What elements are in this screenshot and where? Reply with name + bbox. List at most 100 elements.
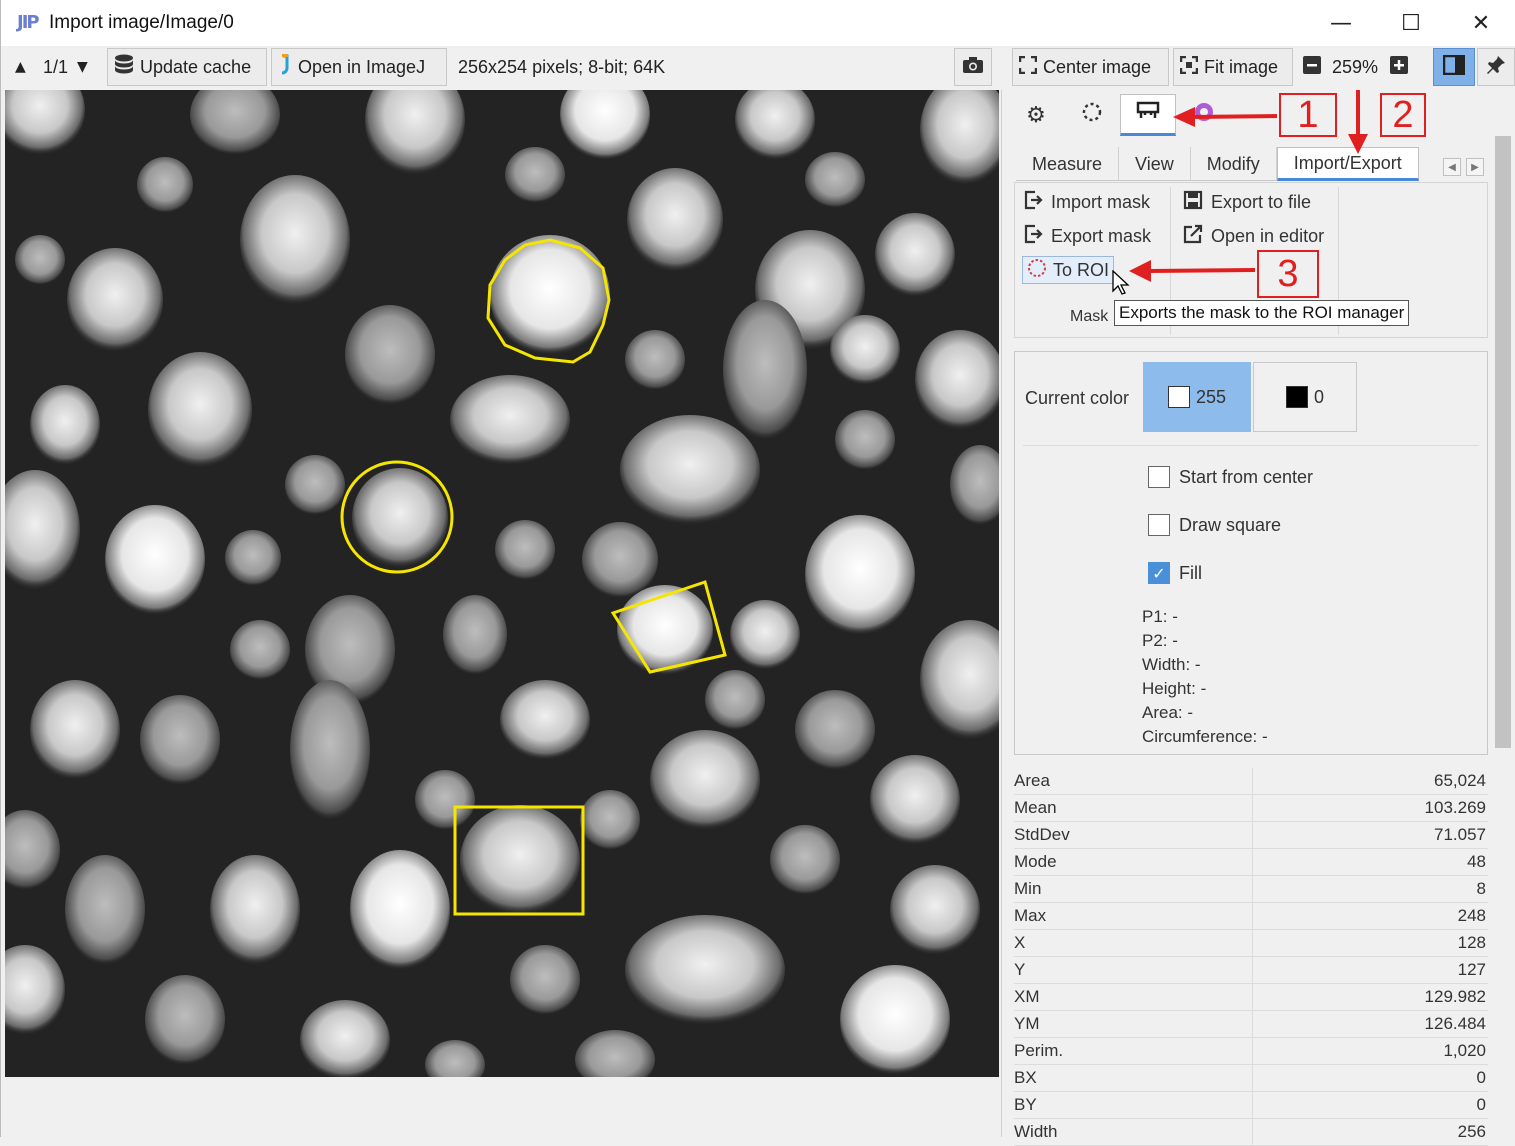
chevron-right-icon: ▶: [1471, 161, 1479, 173]
stat-value: 0: [1476, 1095, 1486, 1114]
minimize-button[interactable]: —: [1306, 0, 1376, 46]
stat-key: Width: [1014, 1122, 1058, 1141]
tab-measure[interactable]: Measure: [1016, 147, 1120, 181]
maximize-button[interactable]: ☐: [1376, 0, 1446, 46]
open-in-editor-button[interactable]: Open in editor: [1183, 221, 1324, 251]
annotation-marker-1: 1: [1279, 93, 1337, 137]
image-viewer[interactable]: [5, 90, 999, 1077]
table-row: BY 0: [1014, 1092, 1488, 1119]
chevron-left-icon: ◀: [1448, 161, 1456, 173]
to-roi-tooltip: Exports the mask to the ROI manager: [1114, 300, 1410, 326]
table-row: Y 127: [1014, 957, 1488, 984]
sidebar-scrollbar[interactable]: [1494, 136, 1512, 1137]
p1-info: P1: -: [1142, 607, 1178, 626]
checkmark-icon: ✓: [1148, 562, 1170, 584]
stat-value: 129.982: [1424, 987, 1486, 1006]
stat-key: Min: [1014, 879, 1042, 898]
open-imagej-label: Open in ImageJ: [298, 56, 426, 77]
to-roi-label: To ROI: [1053, 259, 1110, 280]
export-mask-button[interactable]: Export mask: [1023, 221, 1151, 251]
tab-scroll-right-button[interactable]: ▶: [1466, 158, 1484, 176]
column-divider: [1252, 768, 1253, 795]
table-row: X 128: [1014, 930, 1488, 957]
close-button[interactable]: ✕: [1446, 0, 1515, 46]
divider: [1023, 445, 1479, 446]
statistics-table: Area 65,024 Mean 103.269 StdDev 71.057 Mode 48 M…: [1014, 768, 1488, 1146]
table-row: Width 256: [1014, 1119, 1488, 1146]
column-divider: [1252, 903, 1253, 930]
column-divider: [1252, 984, 1253, 1011]
table-row: YM 126.484: [1014, 1011, 1488, 1038]
table-row: StdDev 71.057: [1014, 822, 1488, 849]
annotation-marker-2: 2: [1380, 93, 1426, 137]
table-row: Min 8: [1014, 876, 1488, 903]
pin-button[interactable]: [1477, 48, 1515, 86]
fill-checkbox[interactable]: ✓ Fill: [1148, 561, 1202, 585]
next-page-button[interactable]: ▼: [77, 48, 88, 86]
stat-key: Y: [1014, 960, 1026, 979]
minus-icon: [1303, 55, 1321, 79]
column-divider: [1252, 957, 1253, 984]
save-icon: [1183, 190, 1205, 215]
update-cache-button[interactable]: Update cache: [107, 48, 267, 86]
checkbox-box: [1148, 466, 1170, 488]
stat-value: 127: [1457, 960, 1486, 979]
zoom-out-button[interactable]: [1303, 48, 1321, 86]
start-from-center-checkbox[interactable]: Start from center: [1148, 465, 1313, 489]
fit-image-label: Fit image: [1204, 56, 1279, 77]
imagej-icon: [278, 53, 292, 81]
zoom-in-button[interactable]: [1390, 48, 1408, 86]
tab-mask-tools[interactable]: [1120, 94, 1176, 136]
stat-value: 71.057: [1434, 825, 1486, 844]
fit-image-button[interactable]: Fit image: [1173, 48, 1293, 86]
center-image-label: Center image: [1043, 56, 1152, 77]
stat-value: 48: [1467, 852, 1486, 871]
tab-colors[interactable]: [1176, 94, 1232, 136]
draw-square-checkbox[interactable]: Draw square: [1148, 513, 1281, 537]
start-from-center-label: Start from center: [1179, 466, 1314, 487]
table-row: Perim. 1,020: [1014, 1038, 1488, 1065]
tab-settings[interactable]: ⚙: [1008, 94, 1064, 136]
stat-key: Max: [1014, 906, 1047, 925]
tab-import-export[interactable]: Import/Export: [1276, 147, 1419, 181]
primary-color-button[interactable]: 255: [1143, 362, 1251, 432]
stat-value: 103.269: [1424, 798, 1486, 817]
import-mask-label: Import mask: [1051, 191, 1151, 212]
center-image-button[interactable]: Center image: [1012, 48, 1169, 86]
app-window: JIP Import image/Image/0 — ☐ ✕ ▲ 1/1 ▼ U…: [0, 0, 1515, 1146]
tab-view[interactable]: View: [1119, 147, 1191, 181]
tab-modify[interactable]: Modify: [1191, 147, 1277, 181]
draw-square-label: Draw square: [1179, 514, 1282, 535]
database-icon: [114, 54, 134, 81]
width-info: Width: -: [1142, 655, 1201, 674]
column-divider: [1252, 795, 1253, 822]
snapshot-button[interactable]: [954, 48, 992, 86]
import-mask-button[interactable]: Import mask: [1023, 187, 1150, 217]
fill-label: Fill: [1179, 562, 1202, 583]
toggle-sidebar-button[interactable]: [1433, 48, 1475, 86]
stat-value: 8: [1476, 879, 1486, 898]
open-imagej-button[interactable]: Open in ImageJ: [271, 48, 447, 86]
column-divider: [1252, 849, 1253, 876]
page-indicator: 1/1: [43, 56, 69, 77]
window-title: Import image/Image/0: [49, 12, 234, 33]
table-row: Mean 103.269: [1014, 795, 1488, 822]
stat-key: X: [1014, 933, 1026, 952]
secondary-color-button[interactable]: 0: [1253, 362, 1357, 432]
tab-selection[interactable]: [1064, 94, 1120, 136]
prev-page-button[interactable]: ▲: [15, 48, 26, 86]
stat-key: Mode: [1014, 852, 1057, 871]
stat-key: YM: [1014, 1014, 1040, 1033]
dotted-circle-icon: [1081, 101, 1103, 129]
stat-value: 126.484: [1424, 1014, 1486, 1033]
export-to-file-button[interactable]: Export to file: [1183, 187, 1311, 217]
stat-key: BX: [1014, 1068, 1037, 1087]
tab-scroll-left-button[interactable]: ◀: [1443, 158, 1461, 176]
column-divider: [1252, 1065, 1253, 1092]
scrollbar-thumb[interactable]: [1495, 136, 1511, 748]
mask-toolbox-icon: [1136, 100, 1160, 128]
white-swatch: [1167, 386, 1190, 408]
image-viewer-margin: [5, 1077, 999, 1137]
zoom-level: 259%: [1332, 56, 1379, 77]
to-roi-button[interactable]: To ROI: [1022, 256, 1115, 284]
